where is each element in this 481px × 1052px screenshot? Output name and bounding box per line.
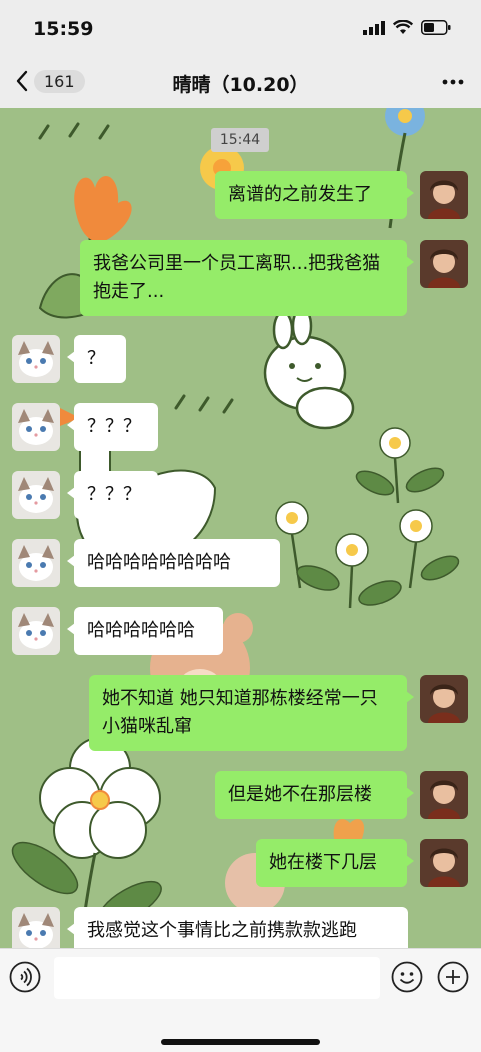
incoming-message[interactable]: 哈哈哈哈哈哈哈哈 [67,539,280,587]
signal-icon [363,20,385,35]
friend-avatar[interactable] [12,907,60,948]
wifi-icon [393,20,413,34]
outgoing-message[interactable]: 但是她不在那层楼 [215,771,414,819]
friend-avatar[interactable] [12,539,60,587]
friend-avatar[interactable] [12,403,60,451]
friend-avatar[interactable] [12,607,60,655]
chat-area[interactable]: 15:44 离谱的之前发生了 我爸公司里一个员工离职...把我爸猫抱走了... … [0,108,481,948]
more-button[interactable] [441,70,465,98]
outgoing-message[interactable]: 我爸公司里一个员工离职...把我爸猫抱走了... [80,240,414,316]
emoji-icon [391,961,423,993]
add-attachment-button[interactable] [437,961,469,993]
message-input[interactable] [54,957,380,999]
outgoing-message[interactable]: 她在楼下几层 [256,839,414,887]
chat-title: 晴晴（10.20） [172,74,309,96]
chat-header: 161 晴晴（10.20） [0,58,481,108]
incoming-message[interactable]: ？？？ [67,471,158,519]
my-avatar[interactable] [420,171,468,219]
more-dots-icon [442,79,464,85]
my-avatar[interactable] [420,839,468,887]
outgoing-message[interactable]: 离谱的之前发生了 [215,171,414,219]
incoming-message[interactable]: 哈哈哈哈哈哈 [67,607,223,655]
status-bar: 15:59 [0,0,481,58]
friend-avatar[interactable] [12,471,60,519]
incoming-message[interactable]: ？？？ [67,403,158,451]
my-avatar[interactable] [420,675,468,723]
message-timestamp: 15:44 [211,128,269,152]
voice-button[interactable] [9,961,41,993]
home-indicator [161,1039,320,1045]
status-time: 15:59 [33,18,94,40]
plus-icon [437,961,469,993]
friend-avatar[interactable] [12,335,60,383]
chat-wallpaper [11,108,460,948]
my-avatar[interactable] [420,771,468,819]
emoji-button[interactable] [391,961,423,993]
incoming-message[interactable]: 我感觉这个事情比之前携款款逃跑 [67,907,408,948]
status-icons [363,20,451,35]
outgoing-message[interactable]: 她不知道 她只知道那栋楼经常一只小猫咪乱窜 [89,675,414,751]
input-bar [0,948,481,1052]
voice-icon [9,961,41,993]
my-avatar[interactable] [420,240,468,288]
battery-icon [421,20,451,35]
incoming-message[interactable]: ？ [67,335,126,383]
